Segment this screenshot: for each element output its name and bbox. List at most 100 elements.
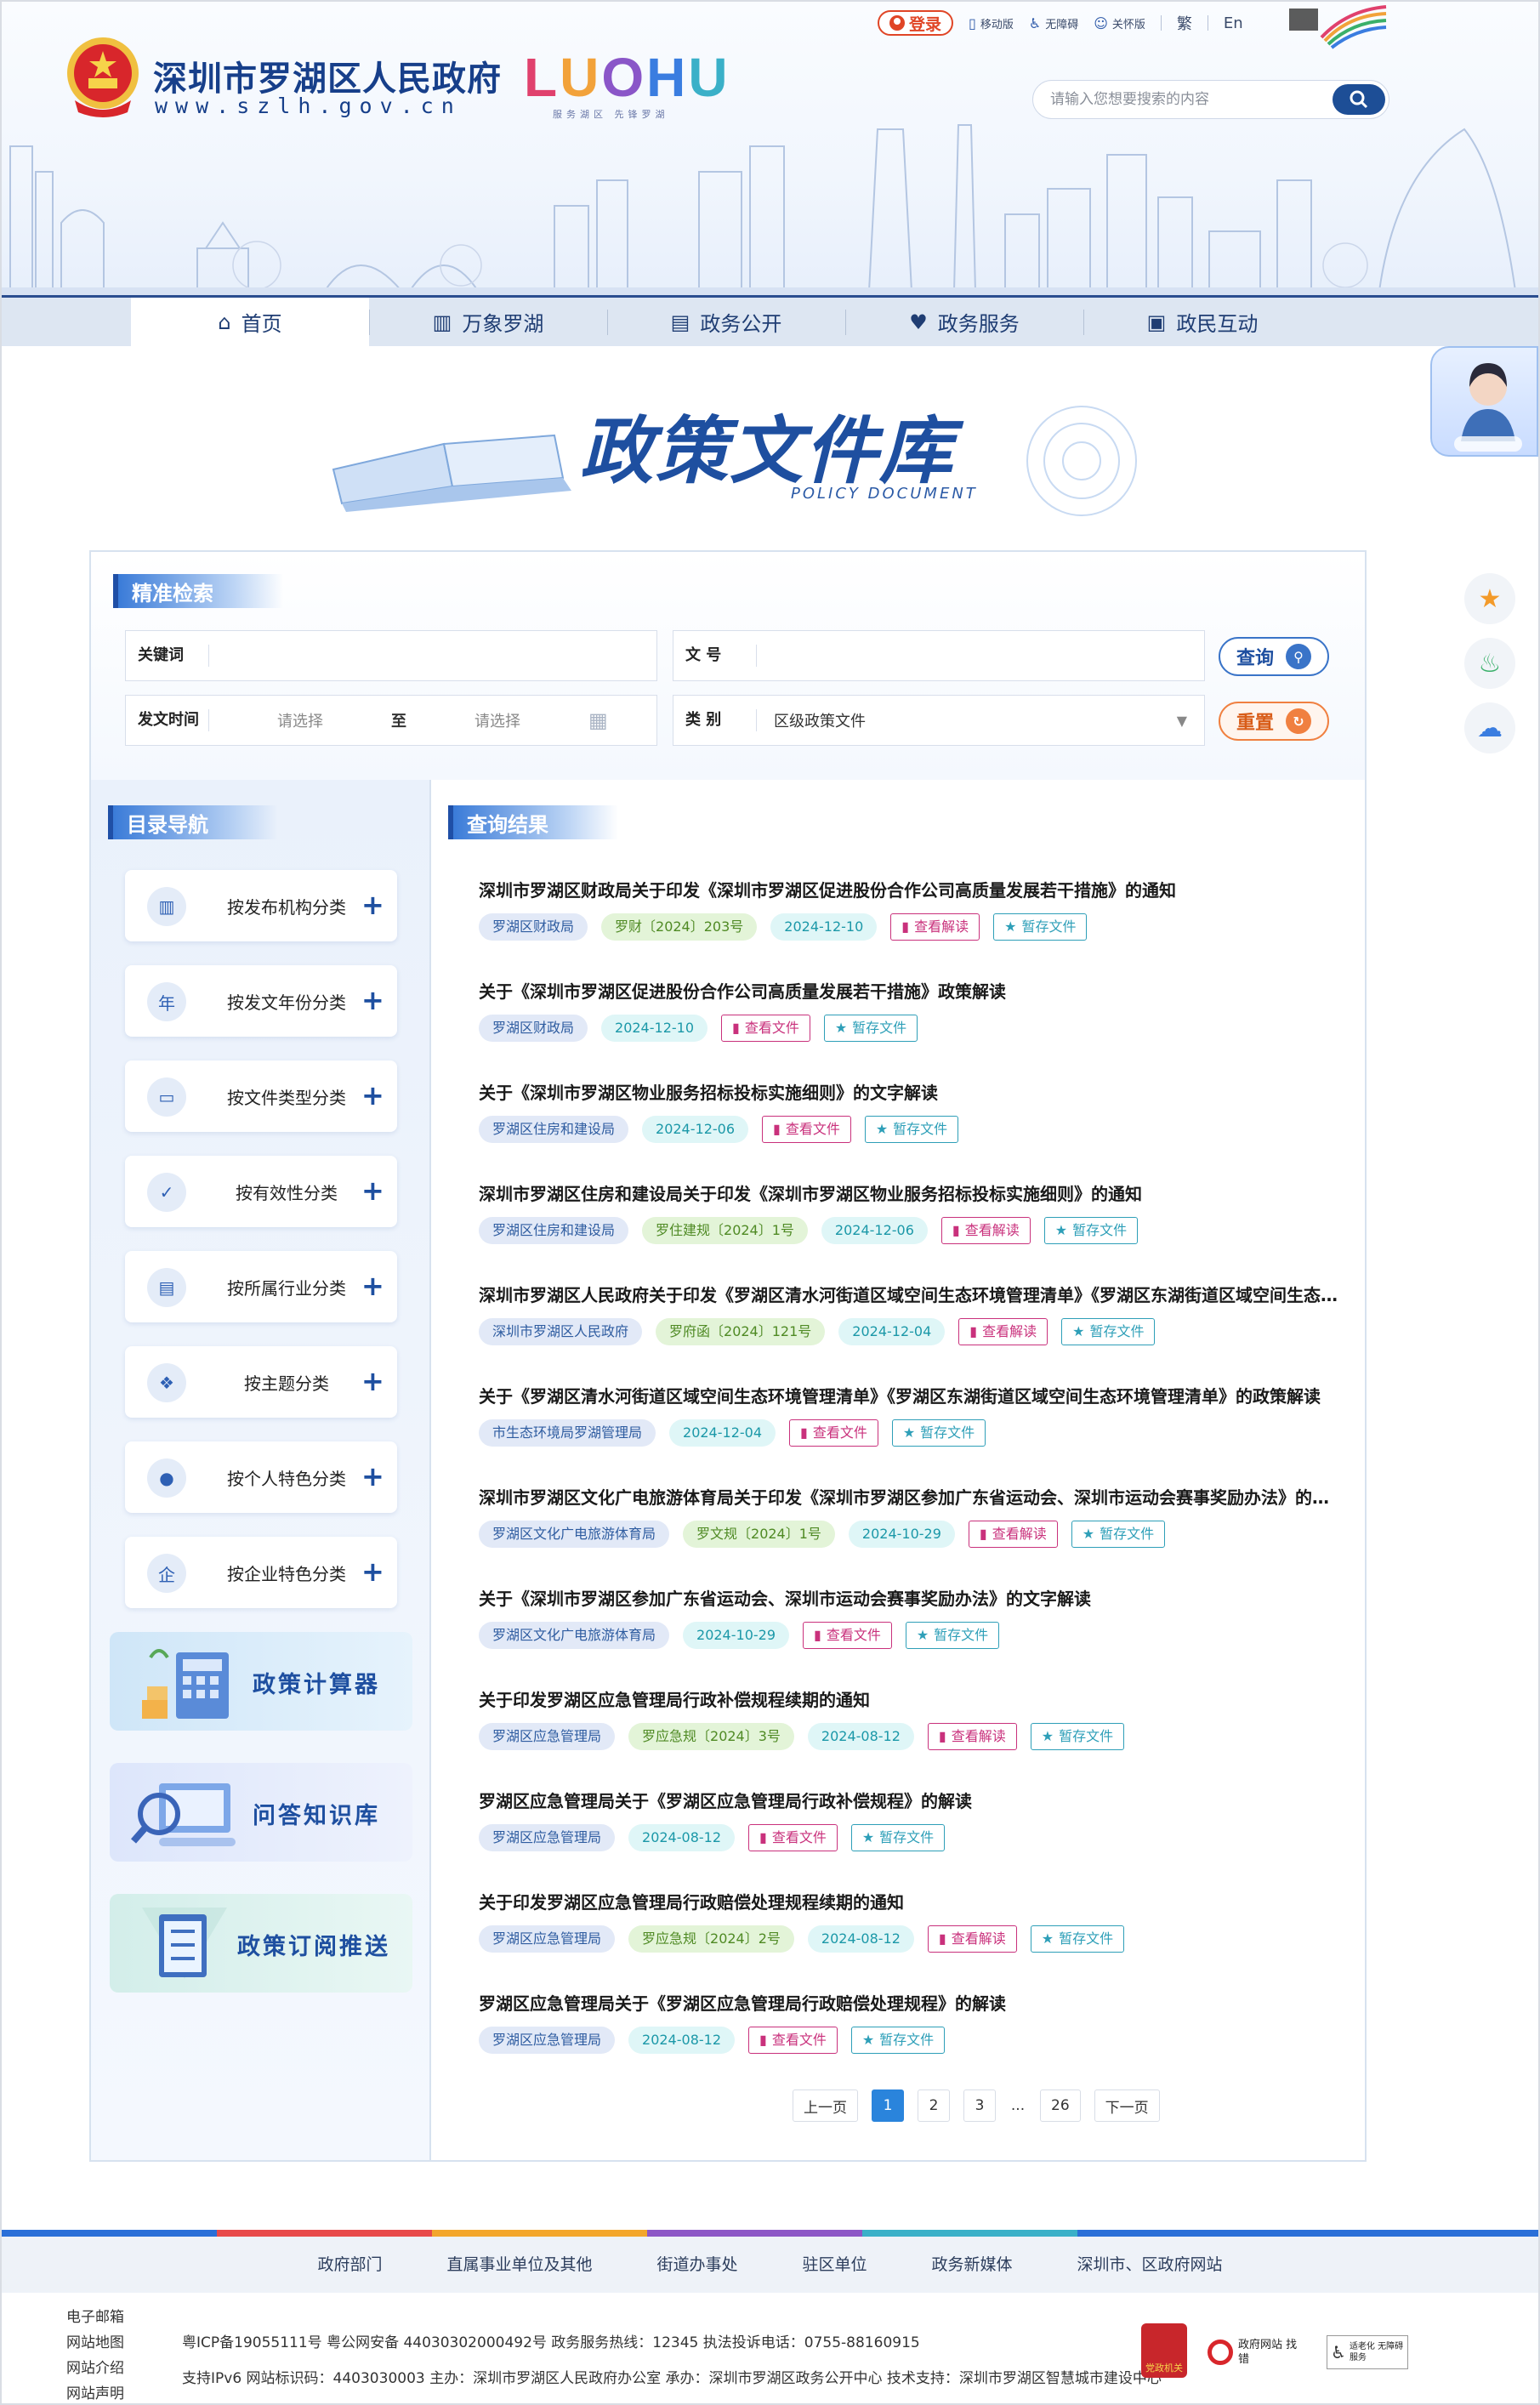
next-page-button[interactable]: 下一页 bbox=[1094, 2089, 1160, 2122]
expand-plus-icon[interactable]: + bbox=[361, 889, 384, 921]
cloud-share-button[interactable]: ☁ bbox=[1464, 702, 1515, 753]
search-input[interactable] bbox=[1050, 88, 1322, 111]
expand-plus-icon[interactable]: + bbox=[361, 1174, 384, 1207]
expand-plus-icon[interactable]: + bbox=[361, 1555, 384, 1588]
footer-sitemap-link[interactable]: 网站地图 bbox=[66, 2334, 124, 2352]
footprint-button[interactable]: ♨ bbox=[1464, 638, 1515, 689]
traditional-chinese-link[interactable]: 繁 bbox=[1177, 12, 1192, 34]
view-file-button[interactable]: ▮ 查看文件 bbox=[789, 1419, 878, 1447]
gov-site-error-badge[interactable]: 政府网站 找错 bbox=[1208, 2332, 1308, 2373]
footer-link-street-offices[interactable]: 街道办事处 bbox=[624, 2237, 770, 2293]
result-title-link[interactable]: 关于印发罗湖区应急管理局行政补偿规程续期的通知 bbox=[479, 1687, 1338, 1713]
ai-assistant-widget[interactable] bbox=[1430, 346, 1538, 457]
footer-link-gov-websites[interactable]: 深圳市、区政府网站 bbox=[1045, 2237, 1255, 2293]
view-file-button[interactable]: ▮ 查看文件 bbox=[762, 1116, 851, 1143]
accessibility-link[interactable]: ♿ 无障碍 bbox=[1029, 15, 1078, 31]
page-2-button[interactable]: 2 bbox=[918, 2089, 950, 2122]
footer-statement-link[interactable]: 网站声明 bbox=[66, 2385, 124, 2403]
result-title-link[interactable]: 关于《深圳市罗湖区促进股份合作公司高质量发展若干措施》政策解读 bbox=[479, 979, 1338, 1004]
calendar-icon[interactable]: ▦ bbox=[588, 708, 608, 732]
category-by-agency[interactable]: ▥ 按发布机构分类 + bbox=[125, 870, 397, 941]
footer-email-link[interactable]: 电子邮箱 bbox=[66, 2308, 124, 2327]
result-title-link[interactable]: 罗湖区应急管理局关于《罗湖区应急管理局行政赔偿处理规程》的解读 bbox=[479, 1991, 1338, 2016]
english-link[interactable]: En bbox=[1224, 14, 1243, 32]
view-interpretation-button[interactable]: ▮ 查看解读 bbox=[927, 1723, 1017, 1750]
nav-wanxiang-luohu[interactable]: ▥ 万象罗湖 bbox=[369, 298, 607, 346]
save-file-button[interactable]: ★ 暂存文件 bbox=[823, 1015, 918, 1042]
footer-link-new-media[interactable]: 政务新媒体 bbox=[900, 2237, 1045, 2293]
category-by-enterprise[interactable]: 企 按企业特色分类 + bbox=[125, 1537, 397, 1608]
expand-plus-icon[interactable]: + bbox=[361, 984, 384, 1016]
save-file-button[interactable]: ★ 暂存文件 bbox=[1030, 1723, 1125, 1750]
policy-calculator-card[interactable]: 政策计算器 bbox=[110, 1632, 412, 1731]
save-file-button[interactable]: ★ 暂存文件 bbox=[850, 2027, 946, 2054]
save-file-button[interactable]: ★ 暂存文件 bbox=[905, 1622, 1000, 1649]
save-file-button[interactable]: ★ 暂存文件 bbox=[850, 1824, 946, 1851]
nav-gov-affairs-public[interactable]: ▤ 政务公开 bbox=[607, 298, 845, 346]
expand-plus-icon[interactable]: + bbox=[361, 1460, 384, 1492]
save-file-button[interactable]: ★ 暂存文件 bbox=[1071, 1521, 1166, 1548]
date-to-picker[interactable]: 请选择 bbox=[475, 709, 520, 731]
keyword-input[interactable] bbox=[221, 646, 656, 665]
category-by-validity[interactable]: ✓ 按有效性分类 + bbox=[125, 1156, 397, 1227]
expand-plus-icon[interactable]: + bbox=[361, 1365, 384, 1397]
save-file-button[interactable]: ★ 暂存文件 bbox=[993, 913, 1088, 941]
result-title-link[interactable]: 罗湖区应急管理局关于《罗湖区应急管理局行政补偿规程》的解读 bbox=[479, 1788, 1338, 1814]
result-title-link[interactable]: 深圳市罗湖区住房和建设局关于印发《深圳市罗湖区物业服务招标投标实施细则》的通知 bbox=[479, 1181, 1338, 1207]
expand-plus-icon[interactable]: + bbox=[361, 1270, 384, 1302]
view-interpretation-button[interactable]: ▮ 查看解读 bbox=[890, 913, 980, 941]
category-by-year[interactable]: 年 按发文年份分类 + bbox=[125, 965, 397, 1037]
category-select[interactable]: 类 别 区级政策文件 ▼ bbox=[673, 695, 1205, 746]
qa-knowledge-card[interactable]: 问答知识库 bbox=[110, 1763, 412, 1862]
view-interpretation-button[interactable]: ▮ 查看解读 bbox=[927, 1925, 1017, 1953]
category-by-file-type[interactable]: ▭ 按文件类型分类 + bbox=[125, 1060, 397, 1132]
elder-mode-link[interactable]: ☺ 关怀版 bbox=[1094, 15, 1145, 31]
category-by-personal[interactable]: ● 按个人特色分类 + bbox=[125, 1441, 397, 1513]
save-file-button[interactable]: ★ 暂存文件 bbox=[891, 1419, 986, 1447]
nav-home[interactable]: ⌂ 首页 bbox=[131, 295, 369, 346]
category-by-topic[interactable]: ❖ 按主题分类 + bbox=[125, 1346, 397, 1418]
view-file-button[interactable]: ▮ 查看文件 bbox=[721, 1015, 810, 1042]
page-1-button[interactable]: 1 bbox=[872, 2089, 904, 2122]
party-gov-badge[interactable]: 党政机关 bbox=[1141, 2323, 1187, 2378]
footer-link-gov-departments[interactable]: 政府部门 bbox=[285, 2237, 414, 2293]
elder-accessible-badge[interactable]: ♿ 适老化 无障碍服务 bbox=[1327, 2335, 1408, 2369]
prev-page-button[interactable]: 上一页 bbox=[793, 2089, 858, 2122]
page-3-button[interactable]: 3 bbox=[963, 2089, 996, 2122]
nav-citizen-interaction[interactable]: ▣ 政民互动 bbox=[1083, 298, 1321, 346]
result-title-link[interactable]: 关于《罗湖区清水河街道区域空间生态环境管理清单》《罗湖区东湖街道区域空间生态环境… bbox=[479, 1384, 1338, 1409]
save-file-button[interactable]: ★ 暂存文件 bbox=[1061, 1318, 1156, 1345]
result-title-link[interactable]: 关于《深圳市罗湖区参加广东省运动会、深圳市运动会赛事奖励办法》的文字解读 bbox=[479, 1586, 1338, 1612]
footer-about-link[interactable]: 网站介绍 bbox=[66, 2359, 124, 2378]
result-title-link[interactable]: 关于《深圳市罗湖区物业服务招标投标实施细则》的文字解读 bbox=[479, 1080, 1338, 1106]
shenzhen-city-logo[interactable] bbox=[1287, 3, 1388, 51]
result-title-link[interactable]: 深圳市罗湖区财政局关于印发《深圳市罗湖区促进股份合作公司高质量发展若干措施》的通… bbox=[479, 878, 1338, 903]
view-interpretation-button[interactable]: ▮ 查看解读 bbox=[958, 1318, 1048, 1345]
expand-plus-icon[interactable]: + bbox=[361, 1079, 384, 1112]
view-file-button[interactable]: ▮ 查看文件 bbox=[803, 1622, 892, 1649]
favorite-button[interactable]: ★ bbox=[1464, 573, 1515, 624]
view-file-button[interactable]: ▮ 查看文件 bbox=[748, 2027, 838, 2054]
mobile-version-link[interactable]: ▯ 移动版 bbox=[969, 15, 1014, 31]
footer-link-public-institutions[interactable]: 直属事业单位及其他 bbox=[414, 2237, 624, 2293]
search-button[interactable] bbox=[1333, 84, 1385, 115]
reset-button[interactable]: 重置 ↻ bbox=[1219, 702, 1329, 741]
view-interpretation-button[interactable]: ▮ 查看解读 bbox=[940, 1217, 1031, 1244]
view-interpretation-button[interactable]: ▮ 查看解读 bbox=[968, 1521, 1058, 1548]
date-from-picker[interactable]: 请选择 bbox=[277, 709, 323, 731]
category-by-industry[interactable]: ▤ 按所属行业分类 + bbox=[125, 1251, 397, 1322]
footer-link-district-units[interactable]: 驻区单位 bbox=[770, 2237, 900, 2293]
query-button[interactable]: 查询 ⚲ bbox=[1219, 637, 1329, 676]
nav-gov-services[interactable]: ♥ 政务服务 bbox=[845, 298, 1083, 346]
view-file-button[interactable]: ▮ 查看文件 bbox=[748, 1824, 838, 1851]
doc-number-input[interactable] bbox=[769, 646, 1204, 665]
policy-subscription-card[interactable]: 政策订阅推送 bbox=[110, 1894, 412, 1993]
save-file-button[interactable]: ★ 暂存文件 bbox=[1043, 1217, 1139, 1244]
result-title-link[interactable]: 深圳市罗湖区人民政府关于印发《罗湖区清水河街道区域空间生态环境管理清单》《罗湖区… bbox=[479, 1282, 1338, 1308]
login-button[interactable]: 登录 bbox=[878, 10, 954, 36]
result-title-link[interactable]: 关于印发罗湖区应急管理局行政赔偿处理规程续期的通知 bbox=[479, 1890, 1338, 1915]
result-title-link[interactable]: 深圳市罗湖区文化广电旅游体育局关于印发《深圳市罗湖区参加广东省运动会、深圳市运动… bbox=[479, 1485, 1338, 1510]
save-file-button[interactable]: ★ 暂存文件 bbox=[864, 1116, 959, 1143]
save-file-button[interactable]: ★ 暂存文件 bbox=[1030, 1925, 1125, 1953]
page-26-button[interactable]: 26 bbox=[1040, 2089, 1081, 2122]
